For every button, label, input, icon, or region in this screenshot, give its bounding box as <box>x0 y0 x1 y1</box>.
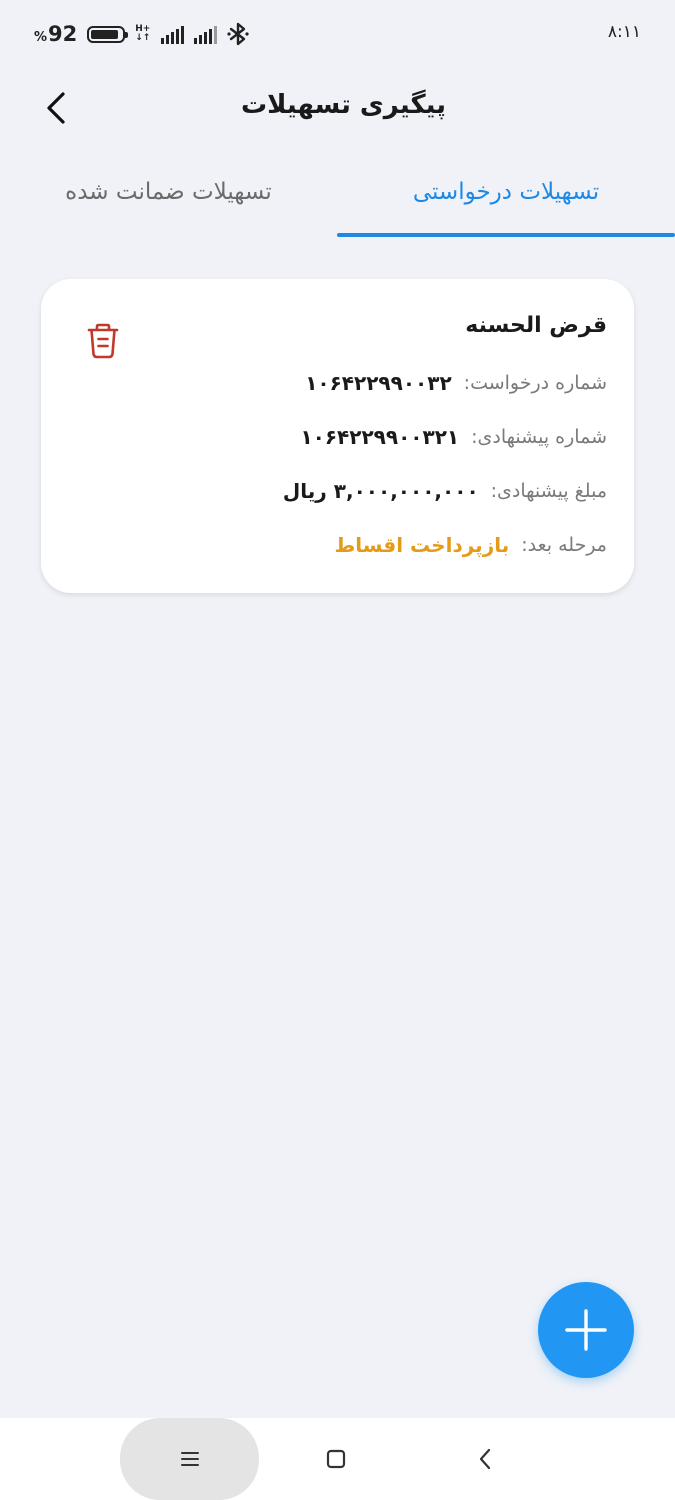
nav-back-button[interactable] <box>465 1439 505 1479</box>
network-type: H+ ↓↑ <box>135 25 150 43</box>
bluetooth-icon <box>227 22 249 46</box>
proposed-amount-label: مبلغ پیشنهادی: <box>490 480 607 502</box>
status-bar: % 92 H+ ↓↑ ۸:۱۱ <box>0 0 675 66</box>
next-step-row: مرحله بعد: بازپرداخت اقساط <box>334 533 607 557</box>
signal-strong-icon <box>161 24 185 44</box>
request-number-row: شماره درخواست: ۱۰۶۴۲۲۹۹۰۰۳۲ <box>305 371 607 395</box>
app-header: پیگیری تسهیلات <box>0 66 675 150</box>
battery-icon <box>87 25 129 43</box>
battery-nub <box>125 31 129 38</box>
request-number-value: ۱۰۶۴۲۲۹۹۰۰۳۲ <box>305 371 452 395</box>
square-icon <box>326 1449 346 1469</box>
delete-button[interactable] <box>81 319 125 363</box>
menu-icon <box>180 1452 199 1466</box>
trash-icon <box>87 323 119 359</box>
next-step-label: مرحله بعد: <box>521 534 607 556</box>
proposal-number-row: شماره پیشنهادی: ۱۰۶۴۲۲۹۹۰۰۳۲۱ <box>300 425 607 449</box>
proposal-number-label: شماره پیشنهادی: <box>471 426 607 448</box>
page-title: پیگیری تسهیلات <box>240 90 447 120</box>
proposal-number-value: ۱۰۶۴۲۲۹۹۰۰۳۲۱ <box>300 425 460 449</box>
request-number-label: شماره درخواست: <box>463 372 607 394</box>
tab-guaranteed-facilities[interactable]: تسهیلات ضمانت شده <box>0 165 337 237</box>
battery-percent-sign: % <box>34 29 48 45</box>
tab-requested-facilities[interactable]: تسهیلات درخواستی <box>337 165 675 237</box>
network-type-bottom: ↓↑ <box>135 33 151 43</box>
tab-bar: تسهیلات درخواستی تسهیلات ضمانت شده <box>0 165 675 237</box>
loan-type-title: قرض الحسنه <box>465 313 607 338</box>
clock: ۸:۱۱ <box>607 22 641 42</box>
proposed-amount-row: مبلغ پیشنهادی: ۳,۰۰۰,۰۰۰,۰۰۰ ریال <box>283 479 607 503</box>
add-request-button[interactable] <box>538 1282 634 1378</box>
screen: % 92 H+ ↓↑ ۸:۱۱ پیگیری تسهیلات تسهیلات د… <box>0 0 675 1500</box>
nav-home-button[interactable] <box>316 1439 356 1479</box>
battery-text: % 92 <box>34 21 78 46</box>
nav-recents-button[interactable] <box>120 1418 259 1500</box>
signal-weak-icon <box>194 24 218 44</box>
plus-icon <box>565 1309 607 1351</box>
proposed-amount-value: ۳,۰۰۰,۰۰۰,۰۰۰ ریال <box>282 479 479 503</box>
active-tab-indicator <box>337 233 675 237</box>
next-step-value: بازپرداخت اقساط <box>334 533 510 557</box>
system-nav-bar <box>0 1418 675 1500</box>
chevron-left-icon <box>479 1448 491 1470</box>
loan-card[interactable]: قرض الحسنه شماره درخواست: ۱۰۶۴۲۲۹۹۰۰۳۲ ش… <box>41 279 634 593</box>
status-icons: % 92 H+ ↓↑ <box>34 20 249 48</box>
battery-fill <box>91 29 119 39</box>
battery-level: 92 <box>48 21 78 46</box>
